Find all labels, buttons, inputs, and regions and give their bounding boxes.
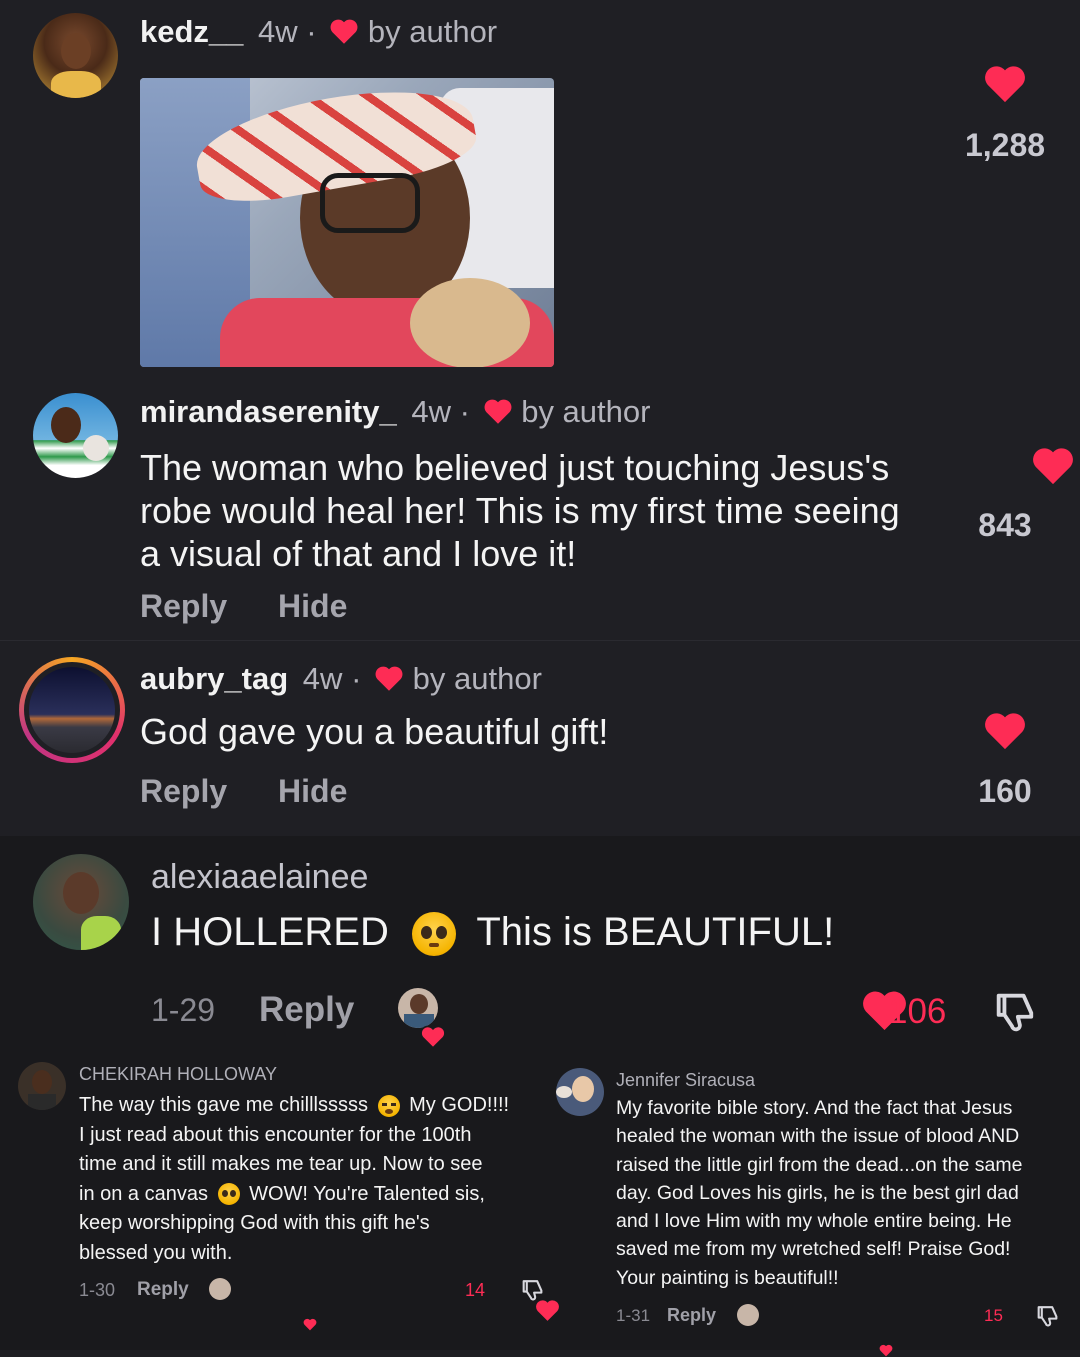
creator-heart-icon <box>420 1025 446 1049</box>
text-line: My favorite bible story. And the fact th… <box>616 1097 1013 1119</box>
separator: · <box>306 14 317 49</box>
like-count: 1,288 <box>964 127 1046 163</box>
comment-text-part1: I HOLLERED <box>151 910 389 954</box>
text-line: My GOD!!!! <box>409 1094 510 1116</box>
comment-text: The woman who believed just touching Jes… <box>140 447 900 574</box>
like-count: 15 <box>984 1306 1003 1325</box>
reply-button[interactable]: Reply <box>137 1279 189 1301</box>
heart-icon <box>374 665 404 692</box>
username[interactable]: Jennifer Siracusa <box>616 1070 755 1091</box>
creator-liked-avatar <box>209 1278 231 1300</box>
comment-text: My favorite bible story. And the fact th… <box>616 1094 1076 1292</box>
comment-date: 1-29 <box>151 992 216 1028</box>
pleading-face-emoji-icon <box>217 1183 240 1206</box>
text-line: I just read about this encounter for the… <box>79 1123 472 1146</box>
text-line: The way this gave me chilllsssss <box>79 1094 368 1116</box>
comment-actions: Reply Hide <box>140 588 347 625</box>
like-heart-icon[interactable] <box>1031 446 1075 486</box>
comment-age: 4w <box>302 661 343 696</box>
liked-by-author-label: by author <box>367 14 498 49</box>
username[interactable]: aubry_tag <box>140 661 288 696</box>
text-line: Your painting is beautiful!! <box>616 1266 839 1289</box>
weary-face-emoji-icon <box>377 1094 400 1117</box>
comment-text-part2: This is BEAUTIFUL! <box>476 910 835 954</box>
dislike-icon[interactable] <box>990 988 1038 1039</box>
username[interactable]: mirandaserenity_ <box>140 394 397 429</box>
avatar-story-ring[interactable] <box>19 657 125 763</box>
like-count: 14 <box>465 1280 486 1300</box>
text-line: raised the little girl from the dead...o… <box>616 1153 1023 1176</box>
comment-aubry: aubry_tag 4w · by author God gave you a … <box>0 640 1080 837</box>
comment-text: God gave you a beautiful gift! <box>140 711 609 752</box>
text-line: WOW! You're Talented sis, <box>249 1182 485 1205</box>
comment-actions: Reply Hide <box>140 773 347 810</box>
text-line: time and it still makes me tear up. Now … <box>79 1153 483 1175</box>
comment-date: 1-30 <box>79 1280 116 1300</box>
avatar[interactable] <box>556 1068 604 1116</box>
comment-text: The way this gave me chilllsssss My GOD!… <box>79 1091 549 1268</box>
reply-button[interactable]: Reply <box>259 990 354 1030</box>
comment-header: kedz__ 4w · by author <box>140 14 497 50</box>
hide-button[interactable]: Hide <box>278 773 347 809</box>
heart-icon <box>483 398 513 425</box>
creator-heart-icon <box>303 1318 317 1331</box>
reply-button[interactable]: Reply <box>140 588 227 624</box>
separator: · <box>459 394 470 429</box>
like-count: 160 <box>978 773 1032 809</box>
pleading-face-emoji-icon <box>411 912 456 957</box>
username[interactable]: CHEKIRAH HOLLOWAY <box>79 1064 277 1085</box>
text-line: keep worshipping God with this gift he's <box>79 1212 430 1234</box>
comment-text: I HOLLERED This is BEAUTIFUL! <box>151 910 835 957</box>
creator-liked-avatar <box>398 988 438 1028</box>
liked-by-author-label: by author <box>521 394 651 429</box>
comment-age: 4w <box>411 394 451 429</box>
text-line: and I love Him with my whole entire bein… <box>616 1210 1012 1233</box>
comment-date: 1-31 <box>616 1306 651 1325</box>
comment-age: 4w <box>258 14 298 49</box>
avatar[interactable] <box>33 393 118 478</box>
text-line: blessed you with. <box>79 1241 233 1264</box>
heart-icon <box>329 18 359 45</box>
reply-button[interactable]: Reply <box>667 1305 716 1326</box>
dislike-icon[interactable] <box>519 1277 545 1307</box>
username[interactable]: alexiaaelainee <box>151 858 368 897</box>
avatar[interactable] <box>33 13 118 98</box>
comment-kedz: kedz__ 4w · by author 1,288 mirandaseren… <box>0 0 1080 640</box>
avatar[interactable] <box>33 854 129 950</box>
dislike-icon[interactable] <box>1034 1303 1060 1333</box>
comment-header: mirandaserenity_ 4w · by author <box>140 394 650 430</box>
avatar[interactable] <box>18 1062 66 1110</box>
like-heart-icon[interactable] <box>983 711 1027 751</box>
username[interactable]: kedz__ <box>140 14 243 49</box>
tiktok-comments-section: alexiaaelainee I HOLLERED This is BEAUTI… <box>0 836 1080 1357</box>
text-line: saved me from my wretched self! Praise G… <box>616 1238 1011 1261</box>
gif-image[interactable] <box>140 78 554 367</box>
hide-button[interactable]: Hide <box>278 588 347 624</box>
liked-by-author-label: by author <box>412 661 542 696</box>
creator-liked-avatar <box>737 1304 759 1326</box>
like-count: 106 <box>888 992 947 1031</box>
like-heart-icon[interactable] <box>983 64 1027 104</box>
text-line: healed the woman with the issue of blood… <box>616 1125 1020 1148</box>
separator: · <box>351 661 362 696</box>
reply-button[interactable]: Reply <box>140 773 227 809</box>
text-line: day. God Loves his girls, he is the best… <box>616 1181 1019 1204</box>
creator-heart-icon <box>879 1344 893 1357</box>
comment-header: aubry_tag 4w · by author <box>140 661 542 697</box>
text-line: in on a canvas <box>79 1182 208 1205</box>
like-count: 843 <box>978 507 1032 543</box>
